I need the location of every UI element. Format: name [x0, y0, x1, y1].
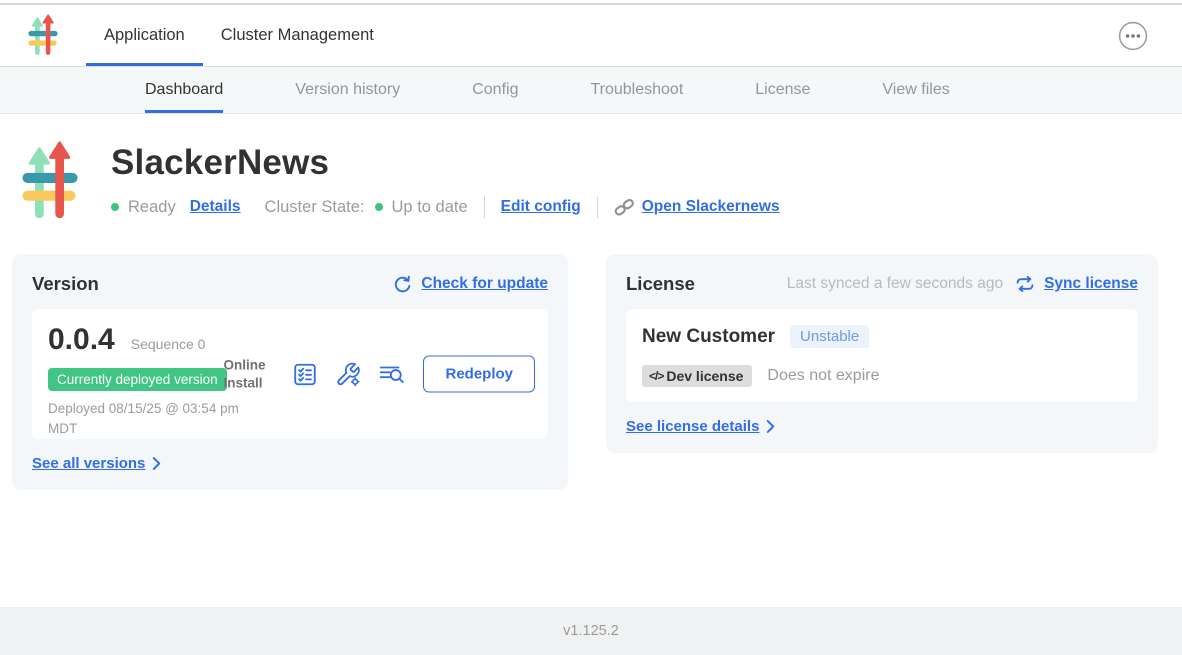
tab-version-history[interactable]: Version history	[295, 67, 400, 113]
deployed-badge: Currently deployed version	[48, 368, 227, 391]
divider	[484, 196, 485, 218]
checklist-icon	[292, 361, 318, 387]
edit-config-link[interactable]: Edit config	[501, 198, 581, 216]
app-logo-icon	[28, 14, 58, 57]
primary-tabs: Application Cluster Management	[86, 5, 392, 66]
tab-troubleshoot[interactable]: Troubleshoot	[590, 67, 683, 113]
preflight-checks-button[interactable]	[292, 361, 318, 387]
deployed-timestamp: Deployed 08/15/25 @ 03:54 pm MDT	[48, 399, 246, 440]
secondary-nav: Dashboard Version history Config Trouble…	[0, 67, 1182, 114]
cluster-state-value: Up to date	[392, 198, 468, 217]
tab-dashboard[interactable]: Dashboard	[145, 67, 223, 113]
divider	[597, 196, 598, 218]
dashboard-content: SlackerNews Ready Details Cluster State:…	[0, 114, 1182, 607]
see-license-details-label: See license details	[626, 418, 759, 435]
tab-license[interactable]: License	[755, 67, 810, 113]
license-expiry-text: Does not expire	[767, 367, 879, 385]
see-all-versions-label: See all versions	[32, 455, 145, 472]
app-logo-large-icon	[22, 141, 78, 222]
file-search-icon	[378, 361, 406, 387]
dashboard-cards: Version Check for update 0.0.4 Sequence …	[12, 254, 1170, 490]
console-version: v1.125.2	[563, 623, 619, 639]
cluster-state-dot	[375, 203, 383, 211]
sync-license-label: Sync license	[1044, 275, 1138, 293]
overflow-menu-button[interactable]	[1118, 21, 1148, 51]
see-license-details-link[interactable]: See license details	[626, 418, 1138, 435]
tab-application-label: Application	[104, 26, 185, 45]
chevron-right-icon	[766, 420, 775, 433]
tab-cluster-management-label: Cluster Management	[221, 26, 374, 45]
check-for-update-link[interactable]: Check for update	[393, 275, 548, 294]
sync-license-link[interactable]: Sync license	[1015, 275, 1138, 293]
app-status-dot	[111, 203, 119, 211]
primary-nav: Application Cluster Management	[0, 5, 1182, 67]
app-status-text: Ready	[128, 198, 176, 217]
refresh-icon	[393, 275, 412, 294]
version-sequence: Sequence 0	[131, 336, 206, 352]
tab-view-files-label: View files	[882, 81, 949, 99]
license-card-title: License	[626, 273, 695, 295]
tab-config[interactable]: Config	[472, 67, 518, 113]
channel-badge: Unstable	[790, 325, 869, 348]
details-link[interactable]: Details	[190, 198, 241, 216]
license-type-label: Dev license	[666, 368, 743, 384]
code-icon: </>	[649, 369, 663, 383]
cluster-state-label: Cluster State:	[265, 198, 365, 217]
license-card: License Last synced a few seconds ago Sy…	[606, 254, 1158, 453]
app-header: SlackerNews Ready Details Cluster State:…	[0, 114, 1182, 222]
tab-application[interactable]: Application	[86, 5, 203, 66]
wrench-gear-icon	[335, 361, 361, 387]
tab-version-history-label: Version history	[295, 81, 400, 99]
open-app-link[interactable]: Open Slackernews	[614, 198, 780, 217]
redeploy-button[interactable]: Redeploy	[423, 356, 535, 393]
install-type-label: Online Install	[223, 356, 275, 391]
page-title: SlackerNews	[111, 143, 780, 183]
customer-name: New Customer	[642, 326, 775, 348]
sync-icon	[1015, 276, 1035, 292]
version-number: 0.0.4	[48, 323, 115, 357]
license-type-badge: </> Dev license	[642, 365, 752, 387]
app-status-row: Ready Details Cluster State: Up to date …	[111, 196, 780, 218]
chevron-right-icon	[152, 457, 161, 470]
last-synced-text: Last synced a few seconds ago	[787, 275, 1003, 293]
license-panel: New Customer Unstable </> Dev license Do…	[626, 309, 1138, 402]
tab-config-label: Config	[472, 81, 518, 99]
link-chain-icon	[614, 198, 635, 217]
config-button[interactable]	[335, 361, 361, 387]
check-for-update-label: Check for update	[421, 275, 548, 293]
version-card: Version Check for update 0.0.4 Sequence …	[12, 254, 568, 490]
ellipsis-menu-icon	[1118, 21, 1148, 51]
tab-dashboard-label: Dashboard	[145, 81, 223, 99]
open-app-link-label: Open Slackernews	[642, 198, 780, 216]
tab-view-files[interactable]: View files	[882, 67, 949, 113]
current-version-panel: 0.0.4 Sequence 0 Currently deployed vers…	[32, 309, 548, 439]
version-card-title: Version	[32, 273, 99, 295]
tab-troubleshoot-label: Troubleshoot	[590, 81, 683, 99]
footer: v1.125.2	[0, 607, 1182, 655]
see-all-versions-link[interactable]: See all versions	[32, 455, 548, 472]
view-logs-button[interactable]	[378, 361, 406, 387]
tab-cluster-management[interactable]: Cluster Management	[203, 5, 392, 66]
tab-license-label: License	[755, 81, 810, 99]
